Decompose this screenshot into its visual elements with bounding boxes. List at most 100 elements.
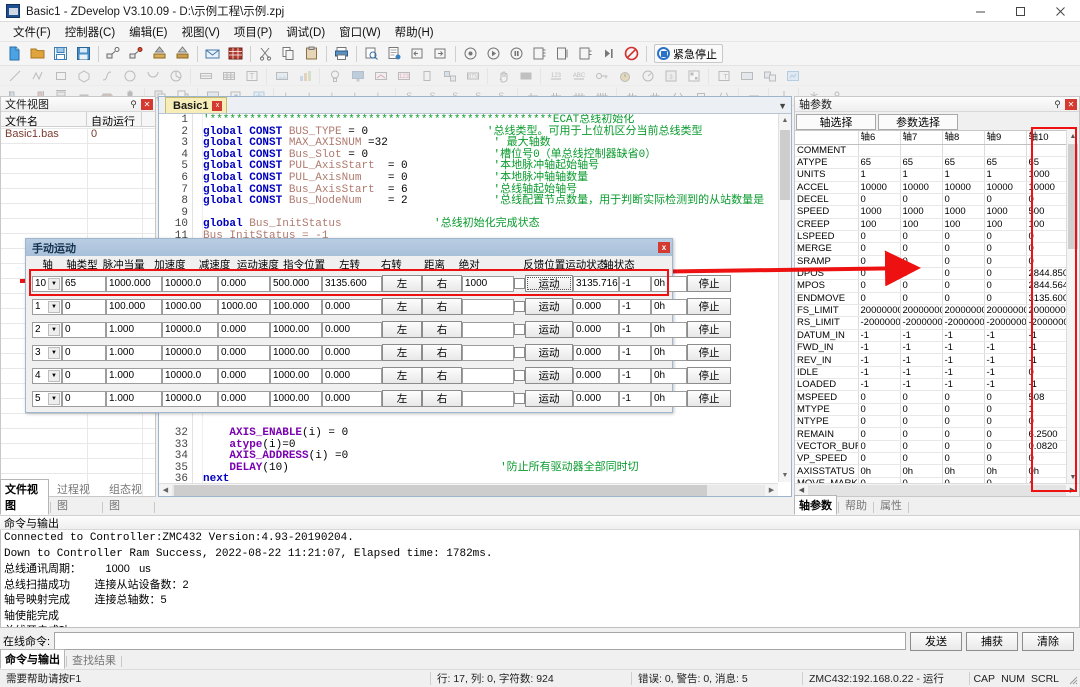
jog-right-button[interactable]: 右 [422,275,462,292]
axis-type-input[interactable]: 0 [62,368,106,384]
axis-param-value[interactable]: 508 [1026,391,1068,403]
axis-param-value[interactable]: 0 [984,391,1026,403]
axis-select[interactable]: 3▼ [32,345,62,361]
open-folder-icon[interactable] [27,44,48,64]
axis-col-header[interactable]: 轴10 [1026,131,1068,144]
stop-button[interactable]: 停止 [687,390,731,407]
axis-param-value[interactable] [1026,144,1068,156]
axis-param-value[interactable]: 0 [984,243,1026,255]
axis-grid-horizontal-scrollbar[interactable]: ◀ ▶ [795,483,1079,496]
axis-param-value[interactable]: -1 [942,342,984,354]
lamp-icon[interactable] [324,66,345,86]
group-props-icon[interactable] [759,66,780,86]
find-icon[interactable] [361,44,382,64]
axis-param-value[interactable]: -1 [984,379,1026,391]
axis-param-value[interactable]: 0 [1026,255,1068,267]
download-ram-icon[interactable] [149,44,170,64]
text-props-icon[interactable]: T [713,66,734,86]
axis-param-value[interactable]: -1 [942,354,984,366]
numeric-input-icon[interactable]: BTN [462,66,483,86]
scroll-right-icon[interactable]: ▶ [1066,486,1079,494]
axis-param-value[interactable]: -1 [900,342,942,354]
axis-status-value[interactable]: 0h [651,299,687,315]
command-position-input[interactable]: 0.000 [322,345,382,361]
axis-param-value[interactable]: -1 [858,354,900,366]
page3-icon[interactable]: 3 [660,66,681,86]
menu-window[interactable]: 窗口(W) [332,22,388,42]
axis-param-value[interactable] [900,144,942,156]
decel-input[interactable]: 0.000 [218,322,270,338]
axis-param-value[interactable]: 100 [900,218,942,230]
connect-controller-icon[interactable] [103,44,124,64]
tab-find-results[interactable]: 查找结果 [68,651,120,669]
axis-param-value[interactable]: 200000000 [1026,304,1068,316]
column-header-filename[interactable]: 文件名 [1,112,87,126]
param-select-button[interactable]: 参数选择 [878,114,958,130]
axis-param-row[interactable]: FS_LIMIT20000000020000000020000000020000… [795,304,1068,316]
axis-param-value[interactable]: 0 [1026,230,1068,242]
send-button[interactable]: 发送 [910,632,962,651]
editor-vertical-scrollbar[interactable]: ▲ ▼ [778,114,791,482]
speed-input[interactable]: 500.000 [270,276,322,292]
comment-icon[interactable] [202,44,223,64]
axis-select[interactable]: 1▼ [32,299,62,315]
axis-param-value[interactable]: 200000000 [942,304,984,316]
axis-col-header-blank[interactable] [795,131,858,144]
menu-controller[interactable]: 控制器(C) [58,22,122,42]
speed-input[interactable]: 1000.00 [270,345,322,361]
tab-process-view[interactable]: 过程视图 [52,479,101,515]
resize-grip-icon[interactable] [1066,673,1078,685]
close-button[interactable] [1040,0,1080,22]
new-file-icon[interactable] [4,44,25,64]
axis-param-value[interactable]: 0 [1026,366,1068,378]
axis-param-value[interactable]: 0 [900,255,942,267]
axis-param-value[interactable]: 0h [1026,465,1068,477]
axis-type-input[interactable]: 0 [62,345,106,361]
command-position-input[interactable]: 3135.600 [322,276,382,292]
scroll-thumb[interactable] [174,485,707,496]
command-position-input[interactable]: 0.000 [322,322,382,338]
close-icon[interactable]: ✕ [141,99,153,110]
goto-icon[interactable] [407,44,428,64]
line-tool-icon[interactable] [4,66,25,86]
spline-tool-icon[interactable] [96,66,117,86]
menu-help[interactable]: 帮助(H) [388,22,441,42]
chevron-down-icon[interactable]: ▼ [48,370,60,382]
scroll-down-icon[interactable]: ▼ [1067,471,1079,483]
tab-file-view[interactable]: 文件视图 [0,479,49,515]
axis-param-value[interactable]: 65 [858,156,900,168]
axis-param-row[interactable]: MSPEED0000508 [795,391,1068,403]
axis-param-value[interactable]: 0 [900,280,942,292]
axis-param-row[interactable]: ACCEL1000010000100001000010000 [795,181,1068,193]
step-over-icon[interactable] [552,44,573,64]
axis-param-row[interactable]: UNITS11111000 [795,169,1068,181]
axis-select[interactable]: 10▼ [32,276,62,292]
feedback-position-value[interactable]: 0.000 [573,345,619,361]
axis-param-value[interactable]: 0 [858,193,900,205]
online-command-input[interactable] [54,632,906,650]
jog-left-button[interactable]: 左 [382,275,422,292]
axis-param-value[interactable]: -1 [984,329,1026,341]
pulse-unit-input[interactable]: 1000.000 [106,276,162,292]
axis-param-value[interactable]: 0 [942,267,984,279]
editor-tab-basic1[interactable]: Basic1 x [165,97,227,113]
axis-param-value[interactable]: -200000000 [984,317,1026,329]
motion-status-value[interactable]: -1 [619,322,651,338]
download-rom-icon[interactable] [172,44,193,64]
axis-param-value[interactable]: -1 [984,342,1026,354]
tab-help[interactable]: 帮助 [840,495,872,515]
axis-param-value[interactable]: 0 [984,230,1026,242]
axis-param-value[interactable]: -200000000 [900,317,942,329]
axis-status-value[interactable]: 0h [651,276,687,292]
absolute-checkbox[interactable] [514,278,525,289]
scroll-left-icon[interactable]: ◀ [159,486,172,494]
axis-param-value[interactable]: 0 [858,243,900,255]
axis-param-value[interactable]: 0 [858,230,900,242]
axis-param-value[interactable]: -1 [1026,329,1068,341]
chevron-down-icon[interactable]: ▼ [48,278,60,290]
button-widget-icon[interactable] [416,66,437,86]
manual-motion-row[interactable]: 4▼01.00010000.00.0001000.000.000左右运动0.00… [26,364,672,387]
axis-param-value[interactable]: 0 [984,267,1026,279]
axis-param-value[interactable]: -1 [858,366,900,378]
axis-param-row[interactable]: REMAIN00006.2500 [795,428,1068,440]
